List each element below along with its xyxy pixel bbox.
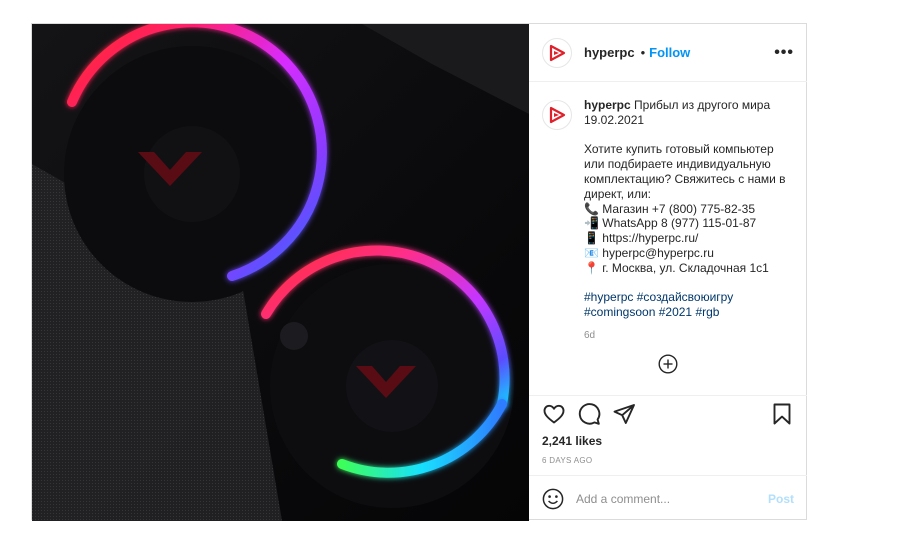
contact-address: 📍 г. Москва, ул. Складочная 1с1 xyxy=(584,261,789,276)
contact-text: https://hyperpc.ru/ xyxy=(602,231,699,246)
post-timestamp[interactable]: 6 DAYS AGO xyxy=(529,448,807,465)
heart-icon[interactable] xyxy=(542,402,566,426)
hashtag-link[interactable]: #создайсвоюигру xyxy=(637,290,734,304)
comments-area[interactable]: hyperpc Прибыл из другого мира 19.02.202… xyxy=(529,82,807,396)
hashtag-line: #comingsoon #2021 #rgb xyxy=(584,305,789,320)
comment-input[interactable] xyxy=(576,491,756,506)
share-icon[interactable] xyxy=(612,402,636,426)
caption-line: hyperpc Прибыл из другого мира xyxy=(584,98,789,113)
contact-text: WhatsApp 8 (977) 115-01-87 xyxy=(602,216,757,231)
contact-website: 📱 https://hyperpc.ru/ xyxy=(584,231,789,246)
caption-text: hyperpc Прибыл из другого мира 19.02.202… xyxy=(584,98,789,344)
contact-text: Магазин +7 (800) 775-82-35 xyxy=(602,201,755,216)
caption-age[interactable]: 6d xyxy=(584,329,789,344)
emoji-icon[interactable] xyxy=(542,488,564,510)
caption-title: Прибыл из другого мира xyxy=(634,98,771,112)
rgb-fans-photo xyxy=(32,24,529,521)
hashtag-line: #hyperpc #создайсвоюигру xyxy=(584,290,789,305)
avatar[interactable] xyxy=(542,37,572,68)
caption: hyperpc Прибыл из другого мира 19.02.202… xyxy=(542,98,794,344)
comment-icon[interactable] xyxy=(577,402,601,426)
plus-circle-icon xyxy=(658,354,678,374)
hyperpc-logo-icon xyxy=(549,44,566,61)
pin-icon: 📍 xyxy=(584,260,599,275)
contact-text: г. Москва, ул. Складочная 1с1 xyxy=(602,260,769,275)
caption-body-line: комплектацию? Свяжитесь с нами в xyxy=(584,171,786,186)
load-more-comments-button[interactable] xyxy=(658,354,678,374)
more-options-button[interactable]: ••• xyxy=(774,44,794,60)
hashtag-link[interactable]: #hyperpc xyxy=(584,290,633,304)
contact-whatsapp: 📲 WhatsApp 8 (977) 115-01-87 xyxy=(584,216,789,231)
caption-body-line: Хотите купить готовый компьютер xyxy=(584,142,774,157)
hashtag-link[interactable]: #2021 xyxy=(659,305,692,319)
header-username[interactable]: hyperpc xyxy=(584,45,635,60)
caption-avatar[interactable] xyxy=(542,100,572,130)
bookmark-icon[interactable] xyxy=(770,402,794,426)
likes-count[interactable]: 2,241 likes xyxy=(529,432,807,448)
contact-text: hyperpc@hyperpc.ru xyxy=(602,245,714,260)
separator-dot: • xyxy=(640,45,646,60)
post-sidebar: hyperpc • Follow ••• hyperpc Прибыл из д… xyxy=(529,24,807,521)
post-header: hyperpc • Follow ••• xyxy=(529,24,807,82)
caption-body-line: или подбираете индивидуальную xyxy=(584,157,771,172)
phone-icon: 📞 xyxy=(584,201,599,216)
action-bar xyxy=(529,396,807,432)
hyperpc-logo-icon xyxy=(549,106,566,124)
hashtag-link[interactable]: #rgb xyxy=(695,305,719,319)
post-comment-button[interactable]: Post xyxy=(768,492,794,506)
post-photo[interactable] xyxy=(32,24,529,521)
mobile-phone-icon: 📱 xyxy=(584,231,599,246)
contact-email: 📧 hyperpc@hyperpc.ru xyxy=(584,246,789,261)
add-comment-bar: Post xyxy=(529,475,807,521)
contact-phone: 📞 Магазин +7 (800) 775-82-35 xyxy=(584,202,789,217)
caption-body-line: директ, или: xyxy=(584,186,652,201)
caption-username[interactable]: hyperpc xyxy=(584,98,631,112)
caption-date: 19.02.2021 xyxy=(584,112,645,127)
instagram-post: hyperpc • Follow ••• hyperpc Прибыл из д… xyxy=(31,23,807,521)
envelope-icon: 📧 xyxy=(584,245,599,260)
follow-button[interactable]: Follow xyxy=(649,45,690,60)
hashtag-link[interactable]: #comingsoon xyxy=(584,305,655,319)
mobile-arrow-icon: 📲 xyxy=(584,216,599,231)
